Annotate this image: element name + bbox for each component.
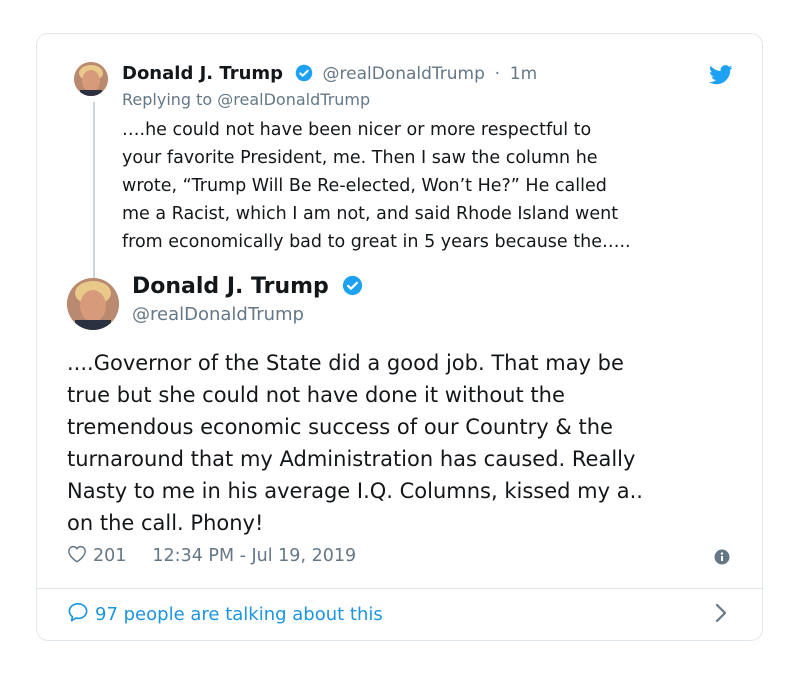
replying-to-label[interactable]: Replying to @realDonaldTrump <box>122 90 370 109</box>
speech-bubble-icon <box>67 602 89 627</box>
parent-author-name[interactable]: Donald J. Trump <box>122 63 283 84</box>
text-line: Nasty to me in his average I.Q. Columns,… <box>67 479 643 503</box>
chevron-right-icon[interactable] <box>715 603 727 627</box>
parent-avatar[interactable] <box>74 62 108 96</box>
text-line: turnaround that my Administration has ca… <box>67 447 636 471</box>
tweet-meta: 201 12:34 PM - Jul 19, 2019 <box>67 543 356 569</box>
text-line: true but she could not have done it with… <box>67 383 565 407</box>
like-count[interactable]: 201 <box>93 546 126 566</box>
footer-divider <box>37 588 762 589</box>
author-handle[interactable]: @realDonaldTrump <box>132 304 304 325</box>
dot-separator: · <box>494 64 501 84</box>
verified-badge-icon <box>295 64 313 89</box>
text-line: me a Racist, which I am not, and said Rh… <box>122 204 619 224</box>
tweet-embed-card: Donald J. Trump @realDonaldTrump · 1m Re… <box>36 33 763 641</box>
author-name-text[interactable]: Donald J. Trump <box>132 274 329 299</box>
author-name: Donald J. Trump <box>132 274 363 302</box>
text-line: ....Governor of the State did a good job… <box>67 351 624 375</box>
verified-badge-icon <box>342 275 363 302</box>
parent-author-handle[interactable]: @realDonaldTrump <box>323 64 485 84</box>
text-line: tremendous economic success of our Count… <box>67 415 613 439</box>
tweet-timestamp[interactable]: 12:34 PM - Jul 19, 2019 <box>152 546 356 566</box>
text-line: on the call. Phony! <box>67 511 264 535</box>
text-line: your favorite President, me. Then I saw … <box>122 148 598 168</box>
parent-time[interactable]: 1m <box>510 64 537 84</box>
conversation-link[interactable]: 97 people are talking about this <box>67 602 383 627</box>
thread-connector-line <box>93 102 95 304</box>
text-line: wrote, “Trump Will Be Re-elected, Won’t … <box>122 176 607 196</box>
parent-header: Donald J. Trump @realDonaldTrump · 1m <box>122 62 537 89</box>
text-line: from economically bad to great in 5 year… <box>122 232 631 252</box>
text-line: ….he could not have been nicer or more r… <box>122 120 592 140</box>
conversation-count-text: 97 people are talking about this <box>95 604 383 625</box>
info-icon[interactable] <box>714 549 730 569</box>
twitter-bird-icon[interactable] <box>709 65 733 89</box>
parent-tweet-text: ….he could not have been nicer or more r… <box>122 116 732 256</box>
heart-icon[interactable] <box>67 545 87 568</box>
author-avatar[interactable] <box>67 278 119 330</box>
tweet-text: ....Governor of the State did a good job… <box>67 347 747 539</box>
